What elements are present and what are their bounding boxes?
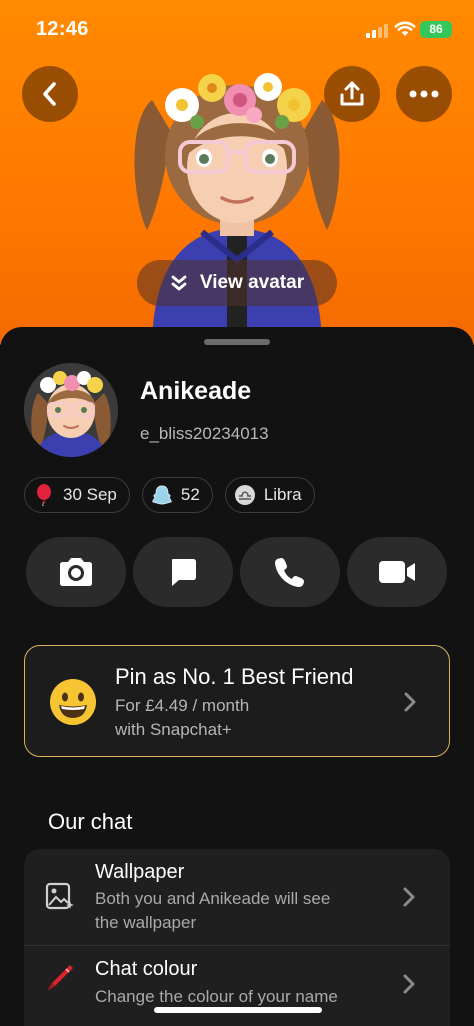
ellipsis-icon: [409, 90, 439, 98]
birthday-label: 30 Sep: [63, 485, 117, 504]
our-chat-heading: Our chat: [48, 809, 133, 834]
pin-best-friend-card[interactable]: Pin as No. 1 Best Friend For £4.49 / mon…: [24, 645, 450, 757]
chevron-right-icon: [404, 692, 416, 712]
wifi-icon: [394, 21, 416, 36]
chat-icon: [172, 559, 196, 586]
chevron-right-icon: [403, 887, 415, 907]
grinning-face-icon: [50, 679, 96, 725]
call-button[interactable]: [240, 537, 340, 607]
home-indicator[interactable]: [154, 1007, 322, 1013]
status-time: 12:46: [36, 18, 89, 40]
pin-card-subscription: with Snapchat+: [115, 720, 232, 739]
action-buttons: [26, 537, 447, 607]
bitmoji-thumbnail: [24, 363, 118, 457]
chat-colour-row[interactable]: Chat colour Change the colour of your na…: [24, 946, 450, 1026]
chat-button[interactable]: [133, 537, 233, 607]
libra-icon: [234, 484, 256, 506]
phone-icon: [275, 558, 304, 587]
pin-card-price: For £4.49 / month: [115, 696, 250, 715]
profile-sheet: Anikeade e_bliss20234013 30 Sep 52 Libra: [0, 327, 474, 1026]
more-options-button[interactable]: [396, 66, 452, 122]
camera-icon: [60, 558, 92, 586]
snapscore-icon: [151, 484, 173, 506]
avatar[interactable]: [24, 363, 118, 457]
display-name: Anikeade: [140, 377, 252, 405]
battery-indicator: 86: [420, 21, 452, 38]
camera-button[interactable]: [26, 537, 126, 607]
profile-chips: 30 Sep 52 Libra: [24, 477, 315, 513]
balloon-icon: [33, 484, 55, 506]
snapscore-chip[interactable]: 52: [141, 477, 213, 513]
cellular-signal-icon: [366, 24, 388, 38]
view-avatar-label: View avatar: [199, 272, 305, 293]
view-avatar-button[interactable]: View avatar: [137, 260, 337, 306]
back-button[interactable]: [22, 66, 78, 122]
chevron-left-icon: [43, 82, 56, 106]
avatar-hero: 12:46 86 View avatar: [0, 0, 474, 345]
wallpaper-icon: [45, 882, 74, 910]
sheet-grabber[interactable]: [204, 339, 270, 345]
video-call-button[interactable]: [347, 537, 447, 607]
zodiac-label: Libra: [263, 485, 302, 504]
wallpaper-title: Wallpaper: [95, 861, 185, 883]
chevron-right-icon: [403, 974, 415, 994]
wallpaper-row[interactable]: Wallpaper Both you and Anikeade will see…: [24, 849, 450, 945]
crayon-icon: [48, 965, 73, 990]
wallpaper-subtitle-1: Both you and Anikeade will see: [95, 889, 331, 908]
chat-colour-subtitle: Change the colour of your name: [95, 987, 338, 1006]
status-bar: 12:46 86: [0, 0, 474, 60]
username: e_bliss20234013: [140, 424, 269, 443]
pin-card-title: Pin as No. 1 Best Friend: [115, 664, 354, 689]
double-chevron-down-icon: [171, 275, 187, 291]
wallpaper-subtitle-2: the wallpaper: [95, 913, 197, 932]
video-icon: [379, 561, 415, 583]
zodiac-chip[interactable]: Libra: [224, 477, 315, 513]
our-chat-list: Wallpaper Both you and Anikeade will see…: [24, 849, 450, 1026]
birthday-chip[interactable]: 30 Sep: [24, 477, 130, 513]
snapscore-label: 52: [180, 485, 200, 504]
chat-colour-title: Chat colour: [95, 958, 198, 980]
